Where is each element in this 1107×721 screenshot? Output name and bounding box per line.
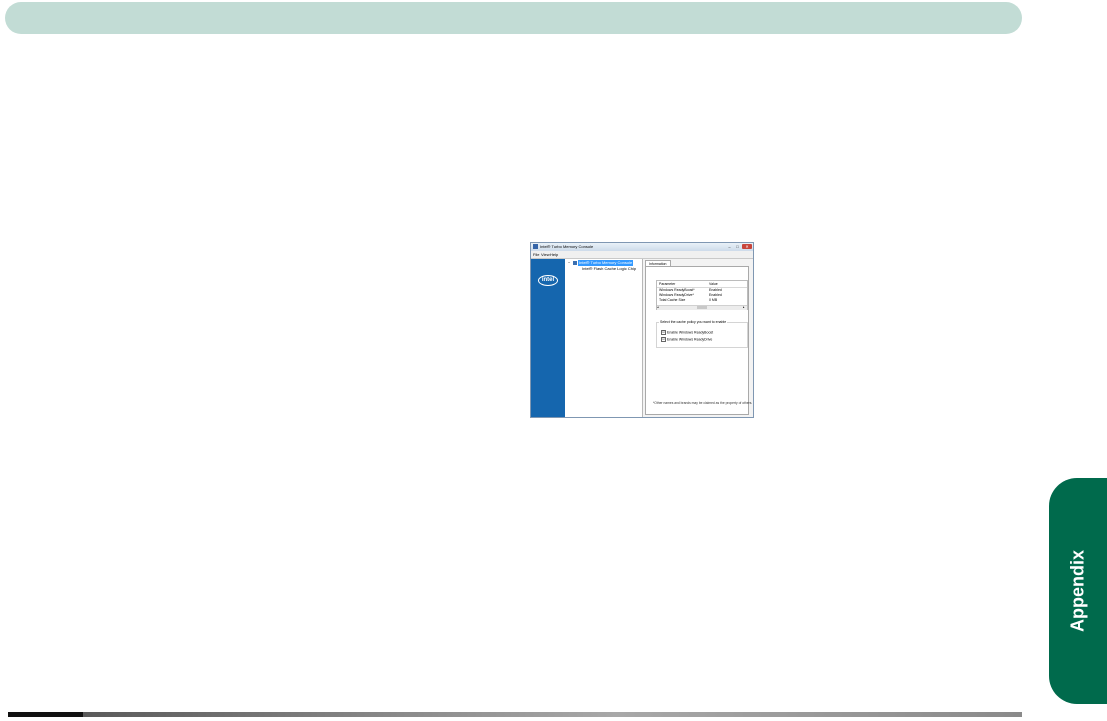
information-tab-page: Parameter Value Windows ReadyBoost* Enab… bbox=[645, 266, 753, 415]
app-icon bbox=[533, 244, 538, 249]
menu-help[interactable]: Help bbox=[550, 252, 558, 257]
readyboost-checkbox[interactable]: ☑ bbox=[661, 330, 666, 335]
row-value: Enabled bbox=[709, 293, 722, 297]
row-value: 0 MB bbox=[709, 298, 718, 302]
tree-item-flash-cache-chip[interactable]: Intel® Flash Cache Logic Chip bbox=[582, 266, 636, 271]
details-pane: Information Parameter Value Windows Read… bbox=[643, 259, 753, 417]
horizontal-scrollbar[interactable]: ◂ ▸ bbox=[657, 305, 747, 310]
menu-view[interactable]: View bbox=[541, 252, 550, 257]
cache-policy-group: Select the cache policy you want to enab… bbox=[656, 320, 748, 348]
navigation-tree: − Intel® Turbo Memory Console Intel® Fla… bbox=[565, 259, 643, 417]
row-value: Enabled bbox=[709, 288, 722, 292]
window-bottom-edge bbox=[531, 417, 753, 418]
scroll-left-icon[interactable]: ◂ bbox=[657, 305, 659, 309]
scroll-right-icon[interactable]: ▸ bbox=[743, 305, 745, 309]
turbo-memory-console-window: Intel® Turbo Memory Console – □ ✕ File V… bbox=[530, 242, 754, 418]
maximize-button[interactable]: □ bbox=[734, 244, 741, 249]
table-row[interactable]: Total Cache Size 0 MB bbox=[657, 298, 747, 303]
row-parameter: Total Cache Size bbox=[659, 298, 686, 302]
window-title-bar[interactable]: Intel® Turbo Memory Console – □ ✕ bbox=[531, 243, 753, 251]
footer-line bbox=[8, 712, 1022, 717]
intel-logo: intel bbox=[538, 275, 558, 286]
menu-bar: File View Help bbox=[531, 251, 753, 259]
readyboost-label: Enable Windows ReadyBoost bbox=[667, 330, 714, 335]
column-header-value[interactable]: Value bbox=[709, 282, 718, 286]
scroll-thumb[interactable] bbox=[697, 306, 707, 309]
readydrive-checkbox[interactable]: ☑ bbox=[661, 337, 666, 342]
close-button[interactable]: ✕ bbox=[742, 244, 752, 249]
window-title: Intel® Turbo Memory Console bbox=[540, 244, 594, 249]
header-bar bbox=[5, 2, 1022, 34]
table-header: Parameter Value bbox=[657, 281, 747, 288]
row-parameter: Windows ReadyDrive* bbox=[659, 293, 694, 297]
console-node-icon bbox=[573, 261, 577, 265]
policy-caption: Select the cache policy you want to enab… bbox=[659, 320, 728, 324]
intel-brand-panel: intel bbox=[531, 259, 565, 417]
readydrive-option[interactable]: ☑ Enable Windows ReadyDrive bbox=[661, 337, 712, 342]
row-parameter: Windows ReadyBoost* bbox=[659, 288, 695, 292]
parameter-table: Parameter Value Windows ReadyBoost* Enab… bbox=[656, 280, 748, 310]
column-header-parameter[interactable]: Parameter bbox=[659, 282, 675, 286]
side-tab-label: Appendix bbox=[1067, 550, 1088, 633]
trademark-footnote: *Other names and brands may be claimed a… bbox=[653, 401, 753, 405]
tree-collapse-icon[interactable]: − bbox=[568, 261, 572, 265]
readydrive-label: Enable Windows ReadyDrive bbox=[667, 337, 713, 342]
menu-file[interactable]: File bbox=[533, 252, 539, 257]
minimize-button[interactable]: – bbox=[726, 244, 733, 249]
readyboost-option[interactable]: ☑ Enable Windows ReadyBoost bbox=[661, 330, 713, 335]
